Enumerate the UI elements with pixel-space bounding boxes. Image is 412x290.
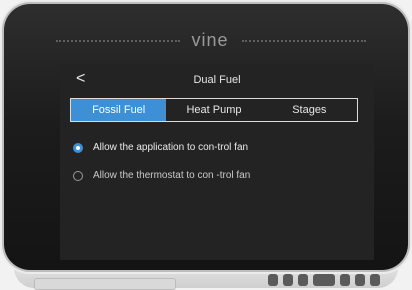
- tab-heat-pump[interactable]: Heat Pump: [166, 99, 261, 121]
- screen: < Dual Fuel Fossil Fuel Heat Pump Stages…: [60, 64, 374, 260]
- option-thermostat-control-fan[interactable]: Allow the thermostat to con -trol fan: [73, 170, 250, 181]
- vent: [313, 274, 335, 286]
- page-title: Dual Fuel: [193, 74, 241, 86]
- vent: [298, 274, 308, 286]
- radio-unselected-icon[interactable]: [73, 170, 83, 181]
- vent: [355, 274, 365, 286]
- vent: [340, 274, 350, 286]
- option-app-control-fan[interactable]: Allow the application to con-trol fan: [73, 142, 248, 153]
- brand-logo: vine: [191, 30, 229, 50]
- tab-fossil-fuel[interactable]: Fossil Fuel: [71, 99, 167, 121]
- tab-stages[interactable]: Stages: [262, 99, 357, 121]
- radio-selected-icon[interactable]: [73, 142, 83, 153]
- vent: [268, 274, 278, 286]
- option-label: Allow the thermostat to con -trol fan: [93, 170, 251, 181]
- brand-divider-right: [242, 40, 366, 42]
- thermostat-device: vine < Dual Fuel Fossil Fuel Heat Pump S…: [4, 4, 408, 270]
- vent: [370, 274, 380, 286]
- brand-divider-left: [56, 40, 180, 42]
- vent: [283, 274, 293, 286]
- device-slot: [34, 278, 176, 290]
- tab-bar: Fossil Fuel Heat Pump Stages: [70, 98, 358, 122]
- option-label: Allow the application to con-trol fan: [93, 142, 249, 153]
- device-vents: [268, 274, 380, 286]
